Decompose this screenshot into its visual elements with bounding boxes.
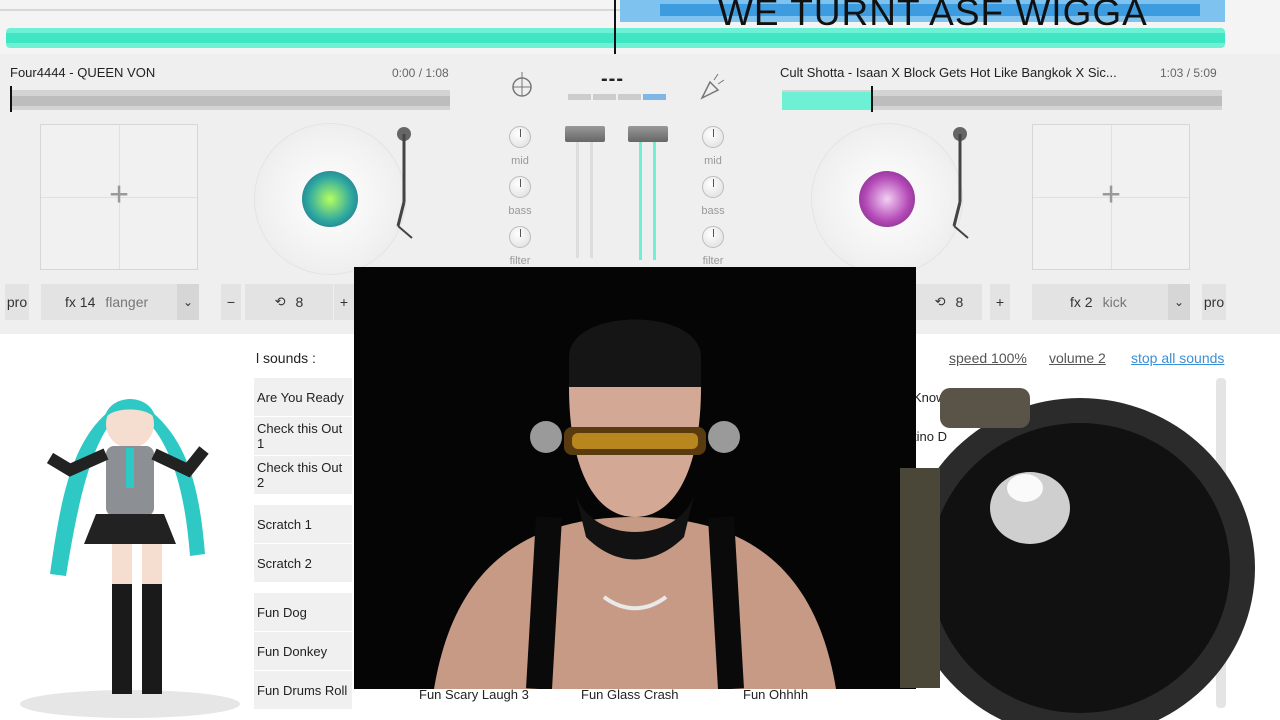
sounds-heading: l sounds : bbox=[256, 350, 316, 366]
right-loop-plus[interactable]: + bbox=[990, 284, 1010, 320]
right-mid-label: mid bbox=[704, 155, 722, 167]
right-fx-select[interactable]: fx 2 kick ⌄ bbox=[1032, 284, 1190, 320]
right-volume-fader[interactable] bbox=[628, 126, 668, 142]
sound-button[interactable]: Fun Donkey bbox=[254, 632, 352, 670]
right-record-label bbox=[859, 171, 915, 227]
dancer-figure bbox=[20, 399, 240, 718]
tonearm-icon bbox=[952, 127, 969, 239]
left-loop-value: 8 bbox=[295, 294, 304, 310]
sound-button[interactable]: Check this Out 2 bbox=[254, 456, 352, 494]
left-track-time: 0:00 / 1:08 bbox=[392, 66, 449, 80]
right-volume-level-2 bbox=[653, 138, 656, 260]
chevron-down-icon: ⌄ bbox=[1168, 284, 1190, 320]
left-volume-fader[interactable] bbox=[565, 126, 605, 142]
right-filter-knob[interactable] bbox=[702, 226, 724, 248]
right-track-waveform[interactable] bbox=[782, 86, 1222, 112]
left-mid-knob[interactable] bbox=[509, 126, 531, 148]
right-track-time: 1:03 / 5:09 bbox=[1160, 66, 1217, 80]
sound-button[interactable]: Fun Dog bbox=[254, 593, 352, 631]
right-fx-pad[interactable]: + bbox=[1032, 124, 1190, 270]
left-fx-select[interactable]: fx 14 flanger ⌄ bbox=[41, 284, 199, 320]
webcam-overlay bbox=[354, 267, 916, 689]
party-popper-icon[interactable] bbox=[698, 72, 726, 100]
left-bass-label: bass bbox=[508, 205, 532, 217]
left-fx-number: fx 14 bbox=[65, 294, 96, 310]
left-loop-plus[interactable]: + bbox=[334, 284, 354, 320]
speed-link[interactable]: speed 100% bbox=[949, 350, 1027, 366]
chevron-down-icon: ⌄ bbox=[177, 284, 199, 320]
right-fx-number: fx 2 bbox=[1070, 294, 1093, 310]
tonearm-icon bbox=[396, 127, 413, 239]
stop-all-sounds-link[interactable]: stop all sounds bbox=[1131, 350, 1224, 366]
left-bass-knob[interactable] bbox=[509, 176, 531, 198]
right-volume-level bbox=[639, 138, 642, 260]
disco-ball-icon[interactable] bbox=[508, 72, 536, 100]
plus-icon: + bbox=[1101, 175, 1121, 214]
right-filter-label: filter bbox=[702, 255, 724, 267]
right-loop-control[interactable]: ⟲ 8 bbox=[916, 284, 982, 320]
loop-icon: ⟲ bbox=[934, 294, 946, 309]
plus-icon: + bbox=[109, 175, 129, 214]
overview-waveform[interactable]: WE TURNT ASF WIGGA bbox=[0, 0, 1280, 55]
scope-overlay bbox=[900, 388, 1255, 720]
left-loop-control[interactable]: ⟲ 8 bbox=[245, 284, 333, 320]
level-indicator bbox=[568, 94, 666, 100]
volume-link[interactable]: volume 2 bbox=[1049, 350, 1106, 366]
left-filter-label: filter bbox=[509, 255, 531, 267]
left-filter-knob[interactable] bbox=[509, 226, 531, 248]
loop-icon: ⟲ bbox=[274, 294, 286, 309]
left-fx-name: flanger bbox=[105, 294, 149, 310]
sound-button[interactable]: Check this Out 1 bbox=[254, 417, 352, 455]
sound-button[interactable]: Fun Drums Roll bbox=[254, 671, 352, 709]
left-pro-button[interactable]: pro bbox=[5, 284, 29, 320]
sound-button[interactable]: Scratch 2 bbox=[254, 544, 352, 582]
right-track-title: Cult Shotta - Isaan X Block Gets Hot Lik… bbox=[780, 65, 1117, 80]
left-turntable[interactable] bbox=[255, 124, 405, 274]
right-loop-value: 8 bbox=[955, 294, 964, 310]
right-fx-name: kick bbox=[1102, 294, 1127, 310]
left-fx-pad[interactable]: + bbox=[40, 124, 198, 270]
right-mid-knob[interactable] bbox=[702, 126, 724, 148]
sound-button[interactable]: Are You Ready bbox=[254, 378, 352, 416]
left-volume-track-2 bbox=[590, 138, 593, 258]
right-pro-button[interactable]: pro bbox=[1202, 284, 1226, 320]
overlay-caption: WE TURNT ASF WIGGA bbox=[718, 0, 1148, 33]
left-record-label bbox=[302, 171, 358, 227]
left-volume-track bbox=[576, 138, 579, 258]
left-track-waveform[interactable] bbox=[10, 86, 450, 112]
right-bass-knob[interactable] bbox=[702, 176, 724, 198]
right-turntable[interactable] bbox=[812, 124, 962, 274]
left-track-title: Four4444 - QUEEN VON bbox=[10, 65, 156, 80]
sound-button[interactable]: Scratch 1 bbox=[254, 505, 352, 543]
right-bass-label: bass bbox=[701, 205, 725, 217]
bpm-display: --- bbox=[601, 68, 624, 90]
left-mid-label: mid bbox=[511, 155, 529, 167]
left-loop-minus[interactable]: − bbox=[221, 284, 241, 320]
